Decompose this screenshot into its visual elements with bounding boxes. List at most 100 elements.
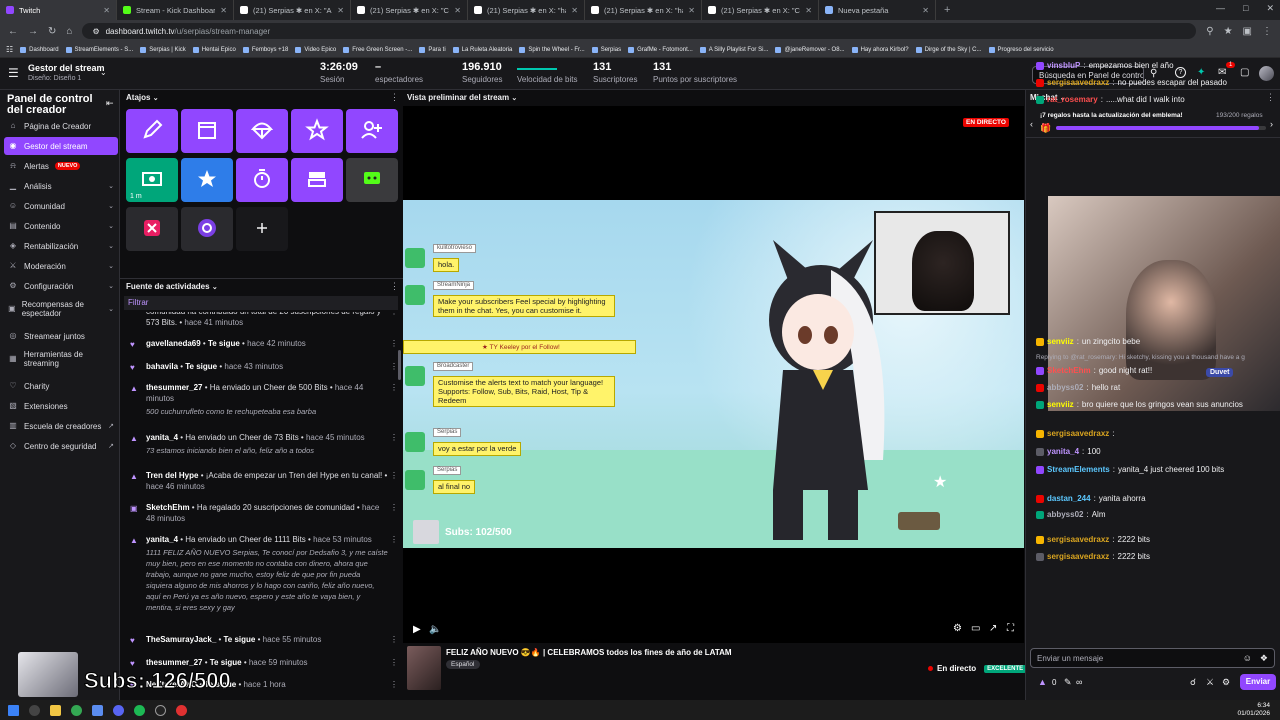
tab-close-icon[interactable]: ✕ <box>220 6 227 15</box>
link-icon[interactable]: ∞ <box>1076 677 1082 687</box>
sidebar-item-an-lisis[interactable]: ▁ Análisis ⌄ <box>4 177 118 195</box>
chat-message[interactable]: vinsbluP: empezamos bien el año <box>1036 61 1276 70</box>
tab-close-icon[interactable]: ✕ <box>571 6 578 15</box>
chat-username[interactable]: StreamElements <box>1047 465 1110 474</box>
shortcut-star[interactable] <box>181 158 233 202</box>
volume-icon[interactable]: 🔈 <box>429 624 441 635</box>
shortcut-plus[interactable] <box>236 207 288 251</box>
bookmark-item[interactable]: Dashboard <box>20 46 59 53</box>
sidebar-item-streamear-juntos[interactable]: ◎ Streamear juntos <box>4 327 118 345</box>
theatre-mode-icon[interactable]: ▭ <box>971 623 980 634</box>
spotify-icon[interactable] <box>134 704 145 716</box>
activity-user[interactable]: thesummer_27 <box>146 383 202 392</box>
bookmark-item[interactable]: Serpias <box>591 46 621 53</box>
bookmark-item[interactable]: Free Green Screen -... <box>343 46 412 53</box>
shortcut-parachute[interactable] <box>236 109 288 153</box>
obs-icon[interactable] <box>155 704 166 716</box>
bookmark-item[interactable]: Spin the Wheel - Fr... <box>519 46 585 53</box>
chat-username[interactable]: senviiz <box>1047 337 1074 346</box>
bookmark-item[interactable]: Para ti <box>419 46 446 53</box>
sidebar-item-centro-de-seguridad[interactable]: ◇ Centro de seguridad ↗ <box>4 437 118 455</box>
activity-item[interactable]: ▲ Tren del Hype • ¡Acaba de empezar un Tr… <box>130 470 398 492</box>
discord-icon[interactable] <box>113 704 124 716</box>
preview-title[interactable]: Vista preliminar del stream ⌄ <box>407 93 517 102</box>
chat-message[interactable]: rat_rosemary: .....what did I walk into <box>1036 95 1276 104</box>
bookmark-item[interactable]: A Silly Playlist For Si... <box>699 46 768 53</box>
bookmark-item[interactable]: @janeRemover - O8... <box>775 46 845 53</box>
chat-username[interactable]: rat_rosemary <box>1047 95 1098 104</box>
sidebar-item-moderaci-n[interactable]: ⚔ Moderación ⌄ <box>4 257 118 275</box>
activity-more-icon[interactable]: ⋮ <box>390 312 398 317</box>
activity-item[interactable]: ▲ yanita_4 • Ha enviado un Cheer de 73 Bi… <box>130 432 398 456</box>
sidebar-item-configuraci-n[interactable]: ⚙ Configuración ⌄ <box>4 277 118 295</box>
chat-message[interactable]: sergisaavedraxz:2222 bits <box>1036 552 1276 561</box>
shortcut-layout[interactable] <box>291 158 343 202</box>
activity-more-icon[interactable]: ⋮ <box>390 338 398 349</box>
shortcut-podcast[interactable] <box>181 207 233 251</box>
bookmark-item[interactable]: La Ruleta Aleatoria <box>452 46 512 53</box>
sidebar-item-charity[interactable]: ♡ Charity <box>4 377 118 395</box>
chat-username[interactable]: SketchEhm <box>1047 366 1091 375</box>
chat-message[interactable]: senviiz: un zingcito bebe <box>1036 337 1276 346</box>
stream-preview[interactable]: EN DIRECTO ★ Subs: 102/500 ▶ 🔈 ⚙ ▭ ↗ ⛶ k… <box>403 106 1024 643</box>
activity-item[interactable]: ♥ gavellaneda69 • Te sigue • hace 42 minu… <box>130 338 398 349</box>
channel-points-icon[interactable]: ✎ <box>1064 677 1072 688</box>
tab-close-icon[interactable]: ✕ <box>805 6 812 15</box>
emote-picker-icon[interactable]: ☺ <box>1243 653 1252 663</box>
popout-icon[interactable]: ↗ <box>989 623 997 634</box>
chat-username[interactable]: sergisaavedraxz <box>1047 535 1109 544</box>
chat-username[interactable]: sergisaavedraxz <box>1047 429 1109 438</box>
activity-more-icon[interactable]: ⋮ <box>390 382 398 393</box>
bookmark-star-icon[interactable]: ★ <box>1224 26 1233 37</box>
sidebar-item-comunidad[interactable]: ☺ Comunidad ⌄ <box>4 197 118 215</box>
activity-more-icon[interactable]: ⋮ <box>390 534 398 545</box>
browser-tab[interactable]: (21) Serpias ✱ en X: "Cuento ✕ <box>702 0 819 20</box>
sidebar-item-gestor-del-stream[interactable]: ◉ Gestor del stream <box>4 137 118 155</box>
browser-tab[interactable]: Stream - Kick Dashboard ✕ <box>117 0 234 20</box>
bookmark-item[interactable]: Progreso del servicio <box>988 46 1054 53</box>
bookmark-item[interactable]: Hentai Epico <box>192 46 236 53</box>
browser-tab[interactable]: Twitch ✕ <box>0 0 117 20</box>
zoom-icon[interactable]: ⚲ <box>1206 26 1213 37</box>
manager-title-block[interactable]: Gestor del stream Diseño: Diseño 1 <box>28 64 105 83</box>
forward-icon[interactable]: → <box>28 26 38 37</box>
search-icon[interactable] <box>29 704 40 716</box>
activity-item[interactable]: ♥ bahavila • Te sigue • hace 43 minutos ⋮ <box>130 361 398 372</box>
shield-mode-icon[interactable]: ☌ <box>1190 677 1196 688</box>
chat-message[interactable]: sergisaavedraxz: <box>1036 429 1276 438</box>
shortcuts-title[interactable]: Atajos ⌄ <box>126 93 159 102</box>
chat-message[interactable]: sergisaavedraxz:2222 bits <box>1036 535 1276 544</box>
shortcut-pencil[interactable] <box>126 109 178 153</box>
chat-message[interactable]: SketchEhm: good night rat!! <box>1036 366 1276 375</box>
chat-username[interactable]: abbyss02 <box>1047 383 1083 392</box>
activity-item[interactable]: comunidad ha contribuido un total de 20 … <box>130 312 398 328</box>
bookmark-item[interactable]: Video Epico <box>295 46 336 53</box>
store-icon[interactable] <box>92 704 103 716</box>
activity-user[interactable]: TheSamurayJack_ <box>146 635 216 644</box>
shortcut-star-outline[interactable] <box>291 109 343 153</box>
activity-more-icon[interactable]: ⋮ <box>390 361 398 372</box>
chat-username[interactable]: dastan_244 <box>1047 494 1091 503</box>
sidebar-item-contenido[interactable]: ▤ Contenido ⌄ <box>4 217 118 235</box>
file-explorer-icon[interactable] <box>50 704 61 716</box>
activity-user[interactable]: SketchEhm <box>146 503 190 512</box>
shortcut-timer[interactable] <box>236 158 288 202</box>
sidebar-item-p-gina-de-creador[interactable]: ⌂ Página de Creador <box>4 117 118 135</box>
chat-message[interactable]: sergisaavedraxz: no puedes escapar del pa… <box>1036 78 1276 87</box>
activity-more-icon[interactable]: ⋮ <box>390 679 398 690</box>
activity-more-icon[interactable]: ⋮ <box>390 432 398 443</box>
activity-more-icon[interactable]: ⋮ <box>390 502 398 513</box>
shortcut-clapper[interactable] <box>181 109 233 153</box>
chat-message[interactable]: abbyss02: hello rat <box>1036 383 1276 392</box>
minimize-icon[interactable]: — <box>1216 3 1225 14</box>
sidebar-item-rentabilizaci-n[interactable]: ◈ Rentabilización ⌄ <box>4 237 118 255</box>
start-icon[interactable] <box>8 704 19 716</box>
chat-username[interactable]: abbyss02 <box>1047 510 1083 519</box>
language-tag[interactable]: Español <box>446 660 480 669</box>
site-info-icon[interactable]: ⚙ <box>92 27 99 36</box>
tab-close-icon[interactable]: ✕ <box>103 6 110 15</box>
sidebar-item-herramientas-de-streaming[interactable]: ▦ Herramientas de streaming <box>4 347 118 371</box>
sidebar-item-extensiones[interactable]: ▧ Extensiones <box>4 397 118 415</box>
tab-close-icon[interactable]: ✕ <box>337 6 344 15</box>
hamburger-menu-icon[interactable]: ☰ <box>8 67 20 79</box>
